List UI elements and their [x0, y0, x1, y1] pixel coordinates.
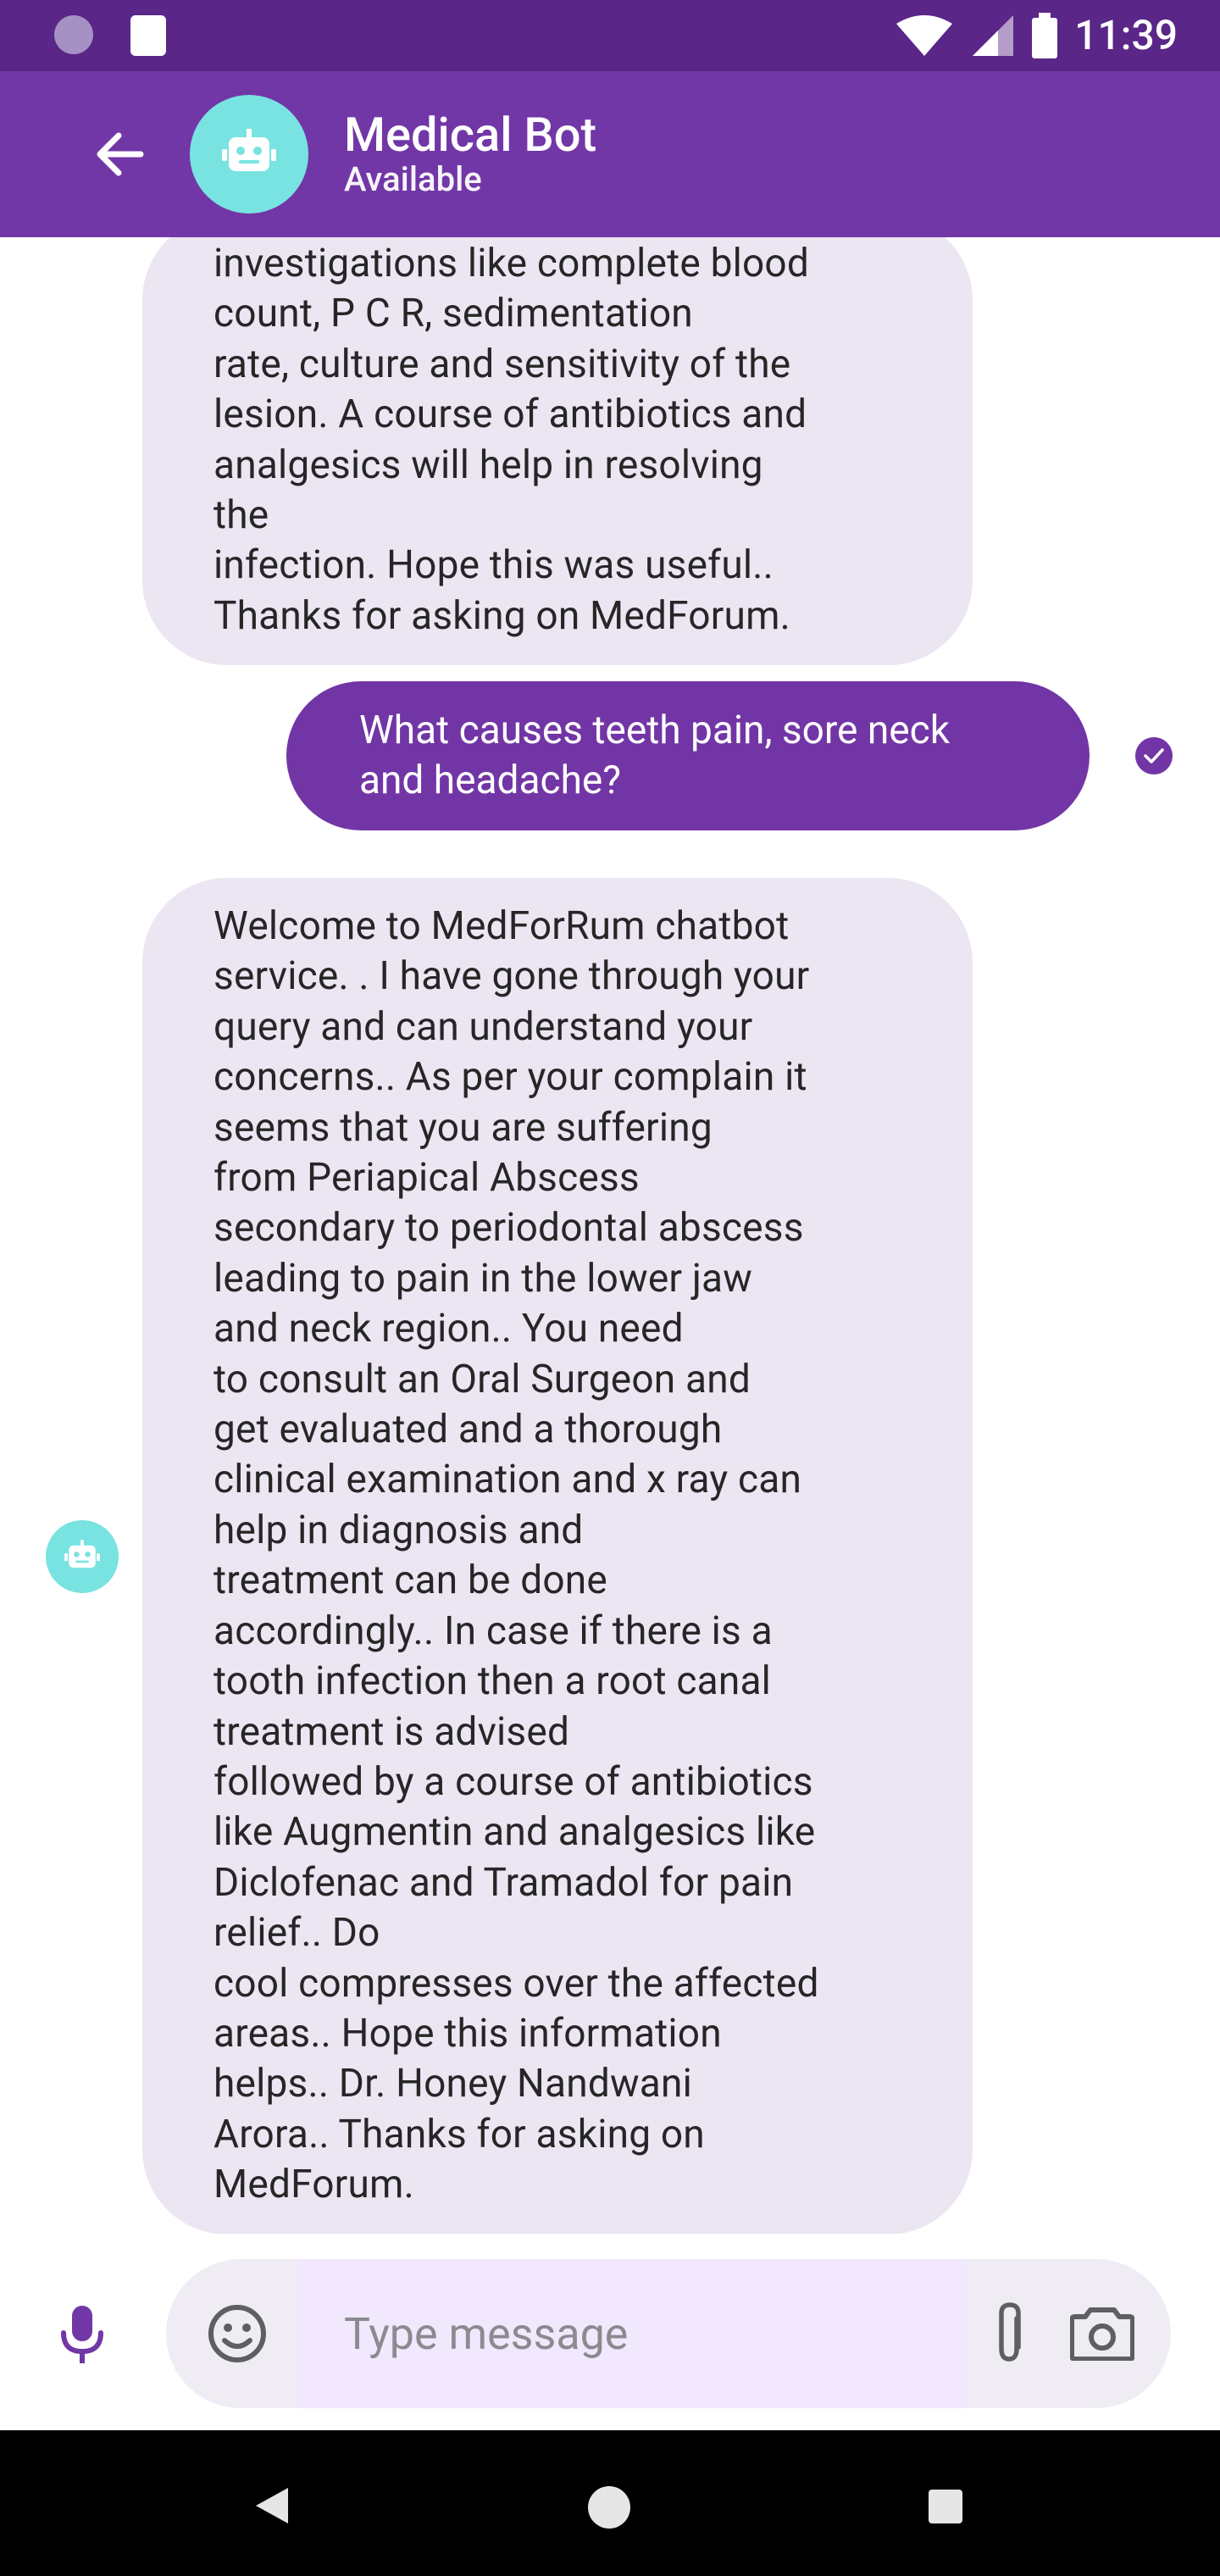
system-nav-bar [0, 2430, 1220, 2576]
attach-icon [999, 2302, 1021, 2362]
mic-button[interactable] [51, 2301, 114, 2369]
mic-icon [61, 2306, 103, 2363]
notification-icon [54, 15, 93, 54]
composer [0, 2234, 1220, 2430]
camera-button[interactable] [1068, 2295, 1137, 2371]
wifi-icon [896, 15, 953, 56]
bot-message: investigations like complete blood count… [142, 237, 973, 666]
sd-card-icon [130, 15, 166, 56]
message-input-container [166, 2259, 1171, 2408]
message-input[interactable] [297, 2259, 966, 2408]
status-time: 11:39 [1074, 11, 1178, 59]
user-message: What causes teeth pain, sore neck and he… [286, 681, 1090, 830]
battery-icon [1032, 13, 1058, 58]
status-right: 11:39 [895, 10, 1178, 61]
nav-recents-icon[interactable] [929, 2490, 962, 2523]
back-button[interactable] [85, 124, 152, 185]
message-list[interactable]: investigations like complete blood count… [0, 237, 1220, 2234]
bot-message: Welcome to MedForRum chatbot service. . … [142, 878, 973, 2234]
bot-avatar[interactable] [190, 95, 308, 214]
robot-icon [222, 129, 276, 171]
bot-avatar-small [46, 1520, 119, 1593]
check-icon [1135, 737, 1173, 774]
emoji-button[interactable] [203, 2300, 271, 2368]
robot-icon [64, 1540, 100, 1568]
attach-button[interactable] [984, 2296, 1035, 2371]
camera-icon [1070, 2307, 1134, 2361]
emoji-icon [208, 2305, 266, 2362]
chat-status: Available [344, 159, 482, 199]
back-arrow-icon [97, 132, 144, 176]
status-bar: 11:39 [0, 0, 1220, 71]
signal-icon [973, 15, 1014, 56]
nav-back-icon[interactable] [251, 2484, 293, 2527]
chat-title[interactable]: Medical Bot [344, 107, 596, 163]
chat-header: Medical Bot Available [0, 71, 1220, 237]
nav-home-icon[interactable] [588, 2486, 630, 2529]
